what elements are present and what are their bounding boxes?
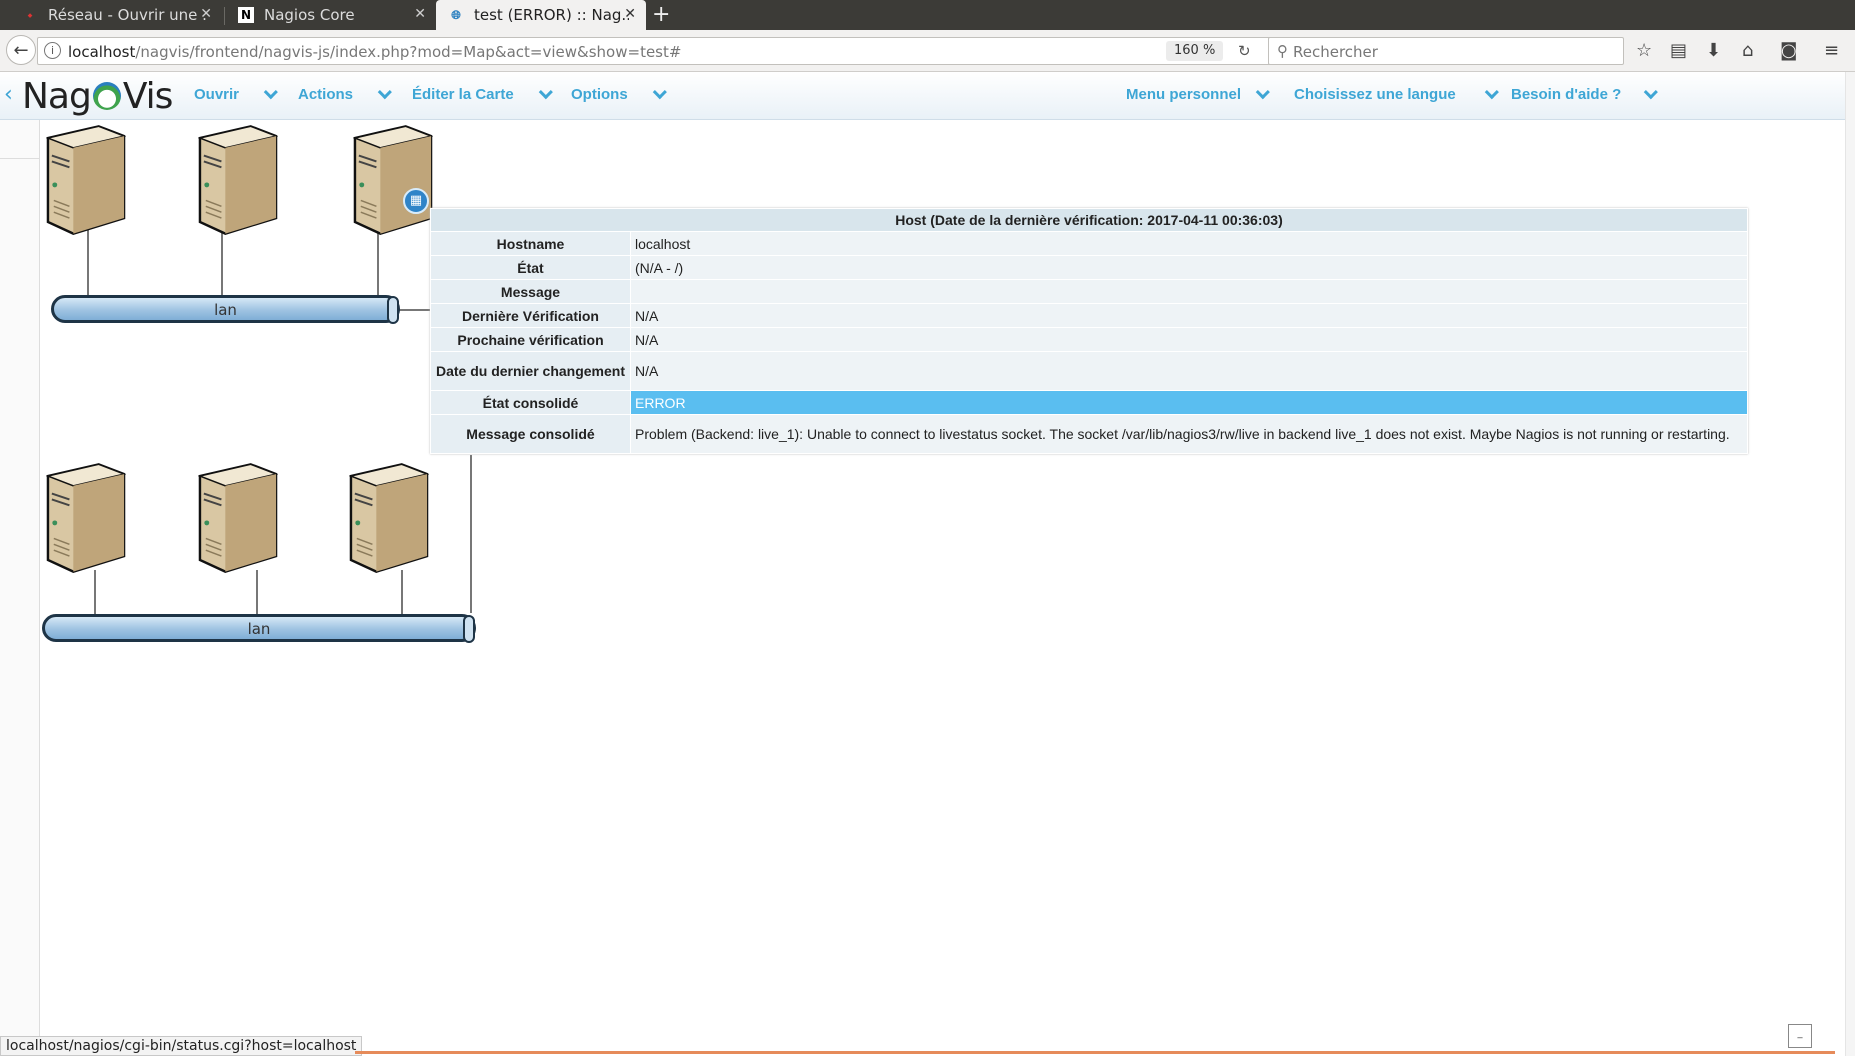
left-sidebar-gutter xyxy=(0,120,40,1056)
lan-segment-bottom[interactable]: lan xyxy=(42,614,476,643)
menu-aide[interactable]: Besoin d'aide ? xyxy=(1511,84,1659,103)
tab-test-error[interactable]: 🌐︎ test (ERROR) :: Nag... ✕ xyxy=(436,0,646,30)
row-label-derniere-verification: Dernière Vérification xyxy=(431,304,630,327)
chevron-down-icon xyxy=(1255,84,1270,99)
search-icon: ⚲ xyxy=(1277,42,1288,60)
table-row: Hostname localhost xyxy=(431,232,1747,255)
close-icon[interactable]: ✕ xyxy=(414,6,426,22)
menu-personnel[interactable]: Menu personnel xyxy=(1126,84,1270,103)
row-label-message-consolide: Message consolidé xyxy=(431,415,630,453)
row-value-hostname: localhost xyxy=(631,232,1747,255)
menu-label: Ouvrir xyxy=(194,86,240,103)
menu-editer-carte[interactable]: Éditer la Carte xyxy=(412,84,553,103)
row-label-message: Message xyxy=(431,280,630,303)
menu-ouvrir[interactable]: Ouvrir xyxy=(194,84,278,103)
logo-text-right: Vis xyxy=(122,75,174,117)
new-tab-button[interactable]: + xyxy=(652,2,670,27)
row-label-hostname: Hostname xyxy=(431,232,630,255)
tab-reseau[interactable]: ⬩ Réseau - Ouvrir une ... ✕ xyxy=(10,0,222,30)
tab-label: Nagios Core xyxy=(264,6,355,24)
row-value-dernier-changement: N/A xyxy=(631,352,1747,390)
table-row: Date du dernier changement N/A xyxy=(431,352,1747,390)
row-value-prochaine-verification: N/A xyxy=(631,328,1747,351)
hover-title: Host (Date de la dernière vérification: … xyxy=(431,209,1747,231)
table-row: État (N/A - /) xyxy=(431,256,1747,279)
table-row: Prochaine vérification N/A xyxy=(431,328,1747,351)
lan-label: lan xyxy=(247,620,271,638)
tab-nagios-core[interactable]: N Nagios Core ✕ xyxy=(226,0,436,30)
menu-label: Besoin d'aide ? xyxy=(1511,86,1622,103)
download-icon[interactable]: ⬇ xyxy=(1706,40,1721,61)
globe-icon: 🌐︎ xyxy=(451,7,461,22)
bottom-divider xyxy=(355,1051,1835,1054)
logo-text-left: Nag xyxy=(22,75,92,117)
menu-options[interactable]: Options xyxy=(571,84,667,103)
back-button[interactable]: ← xyxy=(6,35,36,65)
lan-segment-top[interactable]: lan xyxy=(51,295,400,324)
row-label-etat: État xyxy=(431,256,630,279)
table-row: Message consolidé Problem (Backend: live… xyxy=(431,415,1747,453)
tab-label: Réseau - Ouvrir une ... xyxy=(48,6,208,24)
table-row: État consolidé ERROR xyxy=(431,391,1747,414)
nagios-n-icon: N xyxy=(238,7,254,23)
bookmark-star-icon[interactable]: ☆ xyxy=(1636,40,1652,61)
menu-label: Menu personnel xyxy=(1126,86,1242,103)
url-bar[interactable]: i localhost/nagvis/frontend/nagvis-js/in… xyxy=(37,37,1290,65)
lan-label: lan xyxy=(214,301,237,319)
chevron-down-icon xyxy=(652,84,667,99)
close-icon[interactable]: ✕ xyxy=(200,6,212,22)
pocket-icon[interactable]: ◙ xyxy=(1780,40,1797,61)
menu-actions[interactable]: Actions xyxy=(298,84,392,103)
menu-label: Actions xyxy=(298,86,354,103)
nagvis-logo[interactable]: Nag Vis xyxy=(22,74,174,118)
hamburger-menu-icon[interactable]: ≡ xyxy=(1824,40,1839,61)
row-value-message-consolide: Problem (Backend: live_1): Unable to con… xyxy=(631,415,1747,453)
browser-nav-bar: ← i localhost/nagvis/frontend/nagvis-js/… xyxy=(0,30,1855,72)
scrollbar[interactable] xyxy=(1845,72,1855,1056)
tab-label: test (ERROR) :: Nag... xyxy=(474,6,629,24)
link-status-bar: localhost/nagios/cgi-bin/status.cgi?host… xyxy=(0,1036,363,1056)
search-placeholder: Rechercher xyxy=(1293,43,1378,61)
row-value-etat: (N/A - /) xyxy=(631,256,1747,279)
row-value-message xyxy=(631,280,1747,303)
chevron-down-icon xyxy=(1484,84,1499,99)
reading-list-icon[interactable]: ▤ xyxy=(1670,40,1687,61)
url-path: /nagvis/frontend/nagvis-js/index.php?mod… xyxy=(135,43,682,61)
url-host: localhost xyxy=(68,43,136,61)
chevron-down-icon xyxy=(1644,84,1659,99)
menu-label: Options xyxy=(571,86,628,103)
info-icon[interactable]: i xyxy=(44,42,61,59)
host-hover-menu: Host (Date de la dernière vérification: … xyxy=(430,208,1748,454)
search-bar[interactable]: ⚲ Rechercher xyxy=(1268,37,1624,65)
collapse-arrow-icon[interactable]: ‹ xyxy=(4,82,13,107)
reload-icon[interactable]: ↻ xyxy=(1238,42,1251,60)
chevron-down-icon xyxy=(377,84,392,99)
status-badge: ERROR xyxy=(631,391,1747,414)
eye-icon xyxy=(92,82,121,110)
chevron-down-icon xyxy=(263,84,278,99)
menu-langue[interactable]: Choisissez une langue xyxy=(1294,84,1499,103)
status-overlay-icon[interactable]: ▦ xyxy=(403,188,429,214)
row-label-etat-consolide: État consolidé xyxy=(431,391,630,414)
chevron-down-icon xyxy=(538,84,553,99)
row-label-prochaine-verification: Prochaine vérification xyxy=(431,328,630,351)
nagvis-header: ‹ Nag Vis Ouvrir Actions Éditer la Carte… xyxy=(0,72,1845,120)
zoom-level[interactable]: 160 % xyxy=(1166,41,1224,61)
home-icon[interactable]: ⌂ xyxy=(1742,40,1753,61)
menu-label: Choisissez une langue xyxy=(1294,86,1456,103)
row-value-derniere-verification: N/A xyxy=(631,304,1747,327)
browser-tab-bar: ⬩ Réseau - Ouvrir une ... ✕ N Nagios Cor… xyxy=(0,0,1855,30)
close-icon[interactable]: ✕ xyxy=(624,6,636,22)
table-row: Message xyxy=(431,280,1747,303)
menu-label: Éditer la Carte xyxy=(412,86,514,103)
pdf-icon: ⬩ xyxy=(27,7,33,22)
row-label-dernier-changement: Date du dernier changement xyxy=(431,352,630,390)
table-row: Dernière Vérification N/A xyxy=(431,304,1747,327)
minimize-button[interactable]: _ xyxy=(1788,1024,1812,1048)
url-text: localhost/nagvis/frontend/nagvis-js/inde… xyxy=(68,43,681,61)
